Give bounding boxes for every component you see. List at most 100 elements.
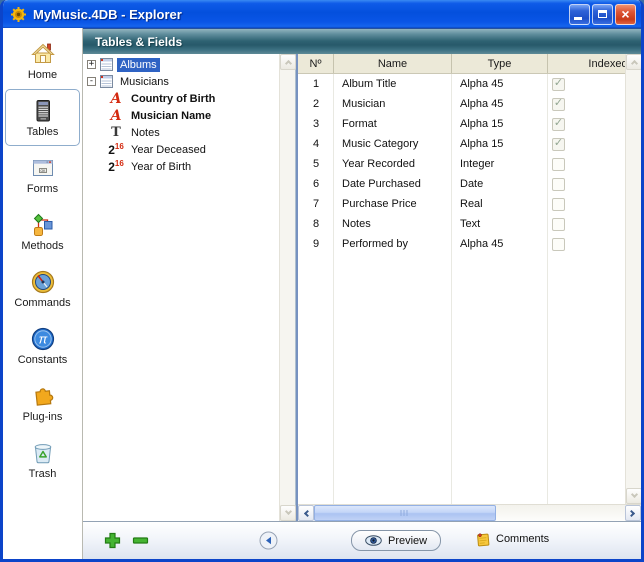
column-header-name[interactable]: Name <box>334 54 452 73</box>
sidebar-item-methods[interactable]: Methods <box>5 203 80 260</box>
expand-icon[interactable]: + <box>87 60 96 69</box>
constants-icon: π <box>30 326 56 352</box>
indexed-checkbox[interactable]: ✓ <box>552 238 565 251</box>
sidebar-item-tables[interactable]: Tables <box>5 89 80 146</box>
sidebar-item-constants[interactable]: π Constants <box>5 317 80 374</box>
sidebar-item-plugins[interactable]: Plug-ins <box>5 374 80 431</box>
collapse-arrow-icon <box>259 531 278 550</box>
chevron-up-icon <box>284 60 291 67</box>
scroll-left-button[interactable] <box>298 505 314 521</box>
tree-item-musicians[interactable]: - Musicians <box>83 73 279 90</box>
scroll-track[interactable] <box>314 505 625 521</box>
column-header-indexed[interactable]: Indexed <box>548 54 625 73</box>
scroll-down-button[interactable] <box>280 505 296 521</box>
table-row[interactable]: 5 Year Recorded Integer ✓ <box>298 154 625 174</box>
maximize-button[interactable] <box>592 4 613 25</box>
field-name: Musician <box>334 98 452 110</box>
indexed-checkbox[interactable]: ✓ <box>552 198 565 211</box>
field-type: Alpha 45 <box>452 98 548 110</box>
scroll-track[interactable] <box>626 70 641 488</box>
scroll-right-button[interactable] <box>625 505 641 521</box>
checkmark-icon: ✓ <box>554 138 563 149</box>
sidebar-item-label: Forms <box>27 183 58 195</box>
chevron-left-icon <box>304 509 311 516</box>
alpha-field-icon: A <box>107 109 125 123</box>
column-header-type[interactable]: Type <box>452 54 548 73</box>
checkmark-icon: ✓ <box>554 98 563 109</box>
table-row[interactable]: 2 Musician Alpha 45 ✓ <box>298 94 625 114</box>
tree-item-label: Year Deceased <box>128 143 209 157</box>
comments-label: Comments <box>496 533 549 545</box>
tree-field-year-deceased[interactable]: 216 Year Deceased <box>83 141 279 158</box>
preview-button[interactable]: Preview <box>351 530 441 551</box>
sidebar-item-trash[interactable]: Trash <box>5 431 80 488</box>
indexed-checkbox[interactable]: ✓ <box>552 218 565 231</box>
plugins-icon <box>30 383 56 409</box>
comments-button[interactable]: Comments <box>475 531 549 547</box>
table-row[interactable]: 4 Music Category Alpha 15 ✓ <box>298 134 625 154</box>
table-icon <box>100 75 113 88</box>
field-number: 8 <box>298 218 334 230</box>
indexed-checkbox[interactable]: ✓ <box>552 158 565 171</box>
alpha-field-icon: A <box>107 92 125 106</box>
indexed-checkbox[interactable]: ✓ <box>552 118 565 131</box>
field-number: 4 <box>298 138 334 150</box>
table-header-row: Nº Name Type Indexed <box>298 54 625 74</box>
field-number: 3 <box>298 118 334 130</box>
table-row[interactable]: 8 Notes Text ✓ <box>298 214 625 234</box>
column-header-number[interactable]: Nº <box>298 54 334 73</box>
sidebar-item-label: Commands <box>14 297 70 309</box>
scroll-up-button[interactable] <box>280 54 296 70</box>
table-row[interactable]: 7 Purchase Price Real ✓ <box>298 194 625 214</box>
scroll-track[interactable] <box>280 70 295 505</box>
field-type: Real <box>452 198 548 210</box>
scroll-up-button[interactable] <box>626 54 642 70</box>
table-vertical-scrollbar[interactable] <box>625 54 641 504</box>
tree-field-year-of-birth[interactable]: 216 Year of Birth <box>83 158 279 175</box>
table-row[interactable]: 6 Date Purchased Date ✓ <box>298 174 625 194</box>
commands-icon <box>30 269 56 295</box>
field-name: Music Category <box>334 138 452 150</box>
tree-item-label: Albums <box>117 58 160 72</box>
close-button[interactable]: × <box>615 4 636 25</box>
tree-field-musician-name[interactable]: A Musician Name <box>83 107 279 124</box>
table-row[interactable]: 3 Format Alpha 15 ✓ <box>298 114 625 134</box>
titlebar[interactable]: MyMusic.4DB - Explorer × <box>3 0 641 28</box>
indexed-checkbox[interactable]: ✓ <box>552 138 565 151</box>
trash-icon <box>30 440 56 466</box>
tree-field-country-of-birth[interactable]: A Country of Birth <box>83 90 279 107</box>
home-icon <box>30 41 56 67</box>
scroll-thumb[interactable] <box>314 505 496 521</box>
tree-item-label: Notes <box>128 126 163 140</box>
remove-field-button[interactable] <box>131 531 150 550</box>
table-horizontal-scrollbar[interactable] <box>298 504 641 521</box>
chevron-up-icon <box>630 60 637 67</box>
plus-icon <box>103 531 122 550</box>
integer-field-icon: 216 <box>107 143 125 156</box>
collapse-panel-button[interactable] <box>259 531 278 550</box>
add-field-button[interactable] <box>103 531 122 550</box>
field-number: 5 <box>298 158 334 170</box>
table-row[interactable]: 1 Album Title Alpha 45 ✓ <box>298 74 625 94</box>
footer-toolbar: Preview Comments <box>83 521 641 559</box>
field-type: Alpha 45 <box>452 78 548 90</box>
sidebar-item-commands[interactable]: Commands <box>5 260 80 317</box>
tree-vertical-scrollbar[interactable] <box>279 54 295 521</box>
integer-field-icon: 216 <box>107 160 125 173</box>
table-row[interactable]: 9 Performed by Alpha 45 ✓ <box>298 234 625 254</box>
tree-item-albums[interactable]: + Albums <box>83 56 279 73</box>
sidebar-item-forms[interactable]: OK Forms <box>5 146 80 203</box>
tree-field-notes[interactable]: T Notes <box>83 124 279 141</box>
scroll-down-button[interactable] <box>626 488 642 504</box>
sidebar-item-label: Constants <box>18 354 68 366</box>
indexed-checkbox[interactable]: ✓ <box>552 98 565 111</box>
methods-icon <box>30 212 56 238</box>
minimize-button[interactable] <box>569 4 590 25</box>
sidebar-item-home[interactable]: Home <box>5 32 80 89</box>
sidebar: Home Tables <box>3 28 83 559</box>
collapse-icon[interactable]: - <box>87 77 96 86</box>
indexed-checkbox[interactable]: ✓ <box>552 178 565 191</box>
table-rows-area: 1 Album Title Alpha 45 ✓ 2 Musician Alph… <box>298 74 625 504</box>
indexed-checkbox[interactable]: ✓ <box>552 78 565 91</box>
field-name: Performed by <box>334 238 452 250</box>
